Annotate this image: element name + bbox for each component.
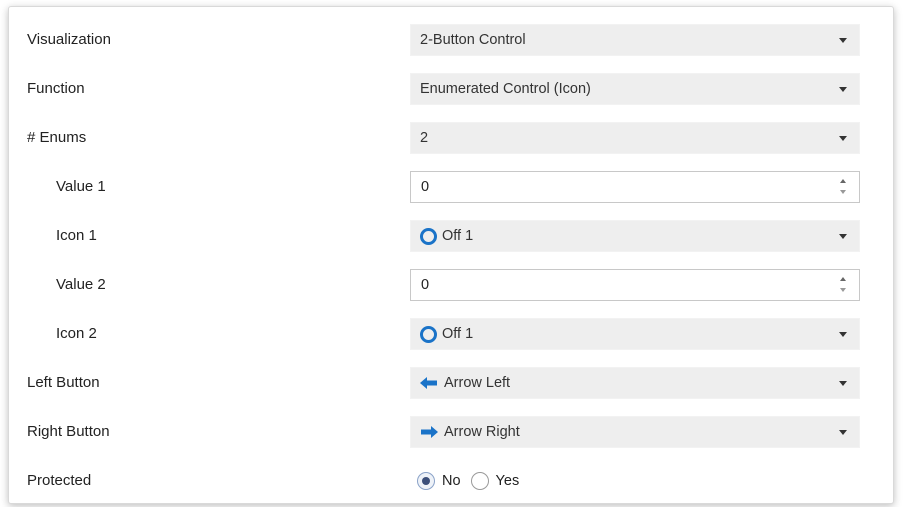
icon-1-value: Off 1 <box>442 228 474 244</box>
row-icon-1: Icon 1 Off 1 <box>9 211 893 260</box>
protected-label: Protected <box>27 472 92 489</box>
protected-radio-yes[interactable]: Yes <box>470 472 520 490</box>
icon-1-label: Icon 1 <box>56 227 97 244</box>
ring-icon <box>420 325 437 343</box>
function-value: Enumerated Control (Icon) <box>420 81 591 97</box>
spinner-buttons[interactable] <box>839 274 849 296</box>
row-left-button: Left Button Arrow Left <box>9 358 893 407</box>
value-1-stepper[interactable]: 0 <box>410 171 860 203</box>
value-2-label: Value 2 <box>56 276 106 293</box>
value-1-label: Value 1 <box>56 178 106 195</box>
spin-down-icon[interactable] <box>840 288 846 292</box>
chevron-down-icon <box>839 136 847 141</box>
row-icon-2: Icon 2 Off 1 <box>9 309 893 358</box>
row-enums: # Enums 2 <box>9 113 893 162</box>
chevron-down-icon <box>839 430 847 435</box>
visualization-label: Visualization <box>27 31 111 48</box>
spin-up-icon[interactable] <box>840 179 846 183</box>
row-visualization: Visualization 2-Button Control <box>9 15 893 64</box>
row-function: Function Enumerated Control (Icon) <box>9 64 893 113</box>
value-1-field[interactable]: 0 <box>421 179 429 195</box>
radio-unchecked-icon[interactable] <box>470 472 489 490</box>
row-protected: Protected No Yes <box>9 456 893 503</box>
value-2-stepper[interactable]: 0 <box>410 269 860 301</box>
icon-2-label: Icon 2 <box>56 325 97 342</box>
left-button-label: Left Button <box>27 374 100 391</box>
left-button-value: Arrow Left <box>444 375 511 391</box>
icon-1-dropdown[interactable]: Off 1 <box>410 220 860 252</box>
icon-2-value: Off 1 <box>442 326 474 342</box>
right-button-dropdown[interactable]: Arrow Right <box>410 416 860 448</box>
left-button-dropdown[interactable]: Arrow Left <box>410 367 860 399</box>
spinner-buttons[interactable] <box>839 176 849 198</box>
row-value-1: Value 1 0 <box>9 162 893 211</box>
protected-radio-no[interactable]: No <box>417 472 461 490</box>
chevron-down-icon <box>839 87 847 92</box>
chevron-down-icon <box>839 234 847 239</box>
radio-yes-label: Yes <box>495 473 520 489</box>
row-right-button: Right Button Arrow Right <box>9 407 893 456</box>
radio-no-label: No <box>442 473 461 489</box>
enums-dropdown[interactable]: 2 <box>410 122 860 154</box>
value-2-field[interactable]: 0 <box>421 277 429 293</box>
protected-radio-group: No Yes <box>417 465 529 497</box>
parameter-panel: Visualization 2-Button Control Function … <box>8 6 894 504</box>
ring-icon <box>420 227 437 245</box>
visualization-dropdown[interactable]: 2-Button Control <box>410 24 860 56</box>
radio-checked-icon[interactable] <box>417 472 435 490</box>
icon-2-dropdown[interactable]: Off 1 <box>410 318 860 350</box>
function-label: Function <box>27 80 85 97</box>
enums-label: # Enums <box>27 129 87 146</box>
arrow-left-icon <box>420 377 437 389</box>
arrow-right-icon <box>421 426 438 438</box>
visualization-value: 2-Button Control <box>420 32 526 48</box>
chevron-down-icon <box>839 38 847 43</box>
right-button-value: Arrow Right <box>444 424 520 440</box>
chevron-down-icon <box>839 381 847 386</box>
chevron-down-icon <box>839 332 847 337</box>
spin-down-icon[interactable] <box>840 190 846 194</box>
function-dropdown[interactable]: Enumerated Control (Icon) <box>410 73 860 105</box>
right-button-label: Right Button <box>27 423 110 440</box>
enums-value: 2 <box>420 130 429 146</box>
spin-up-icon[interactable] <box>840 277 846 281</box>
row-value-2: Value 2 0 <box>9 260 893 309</box>
